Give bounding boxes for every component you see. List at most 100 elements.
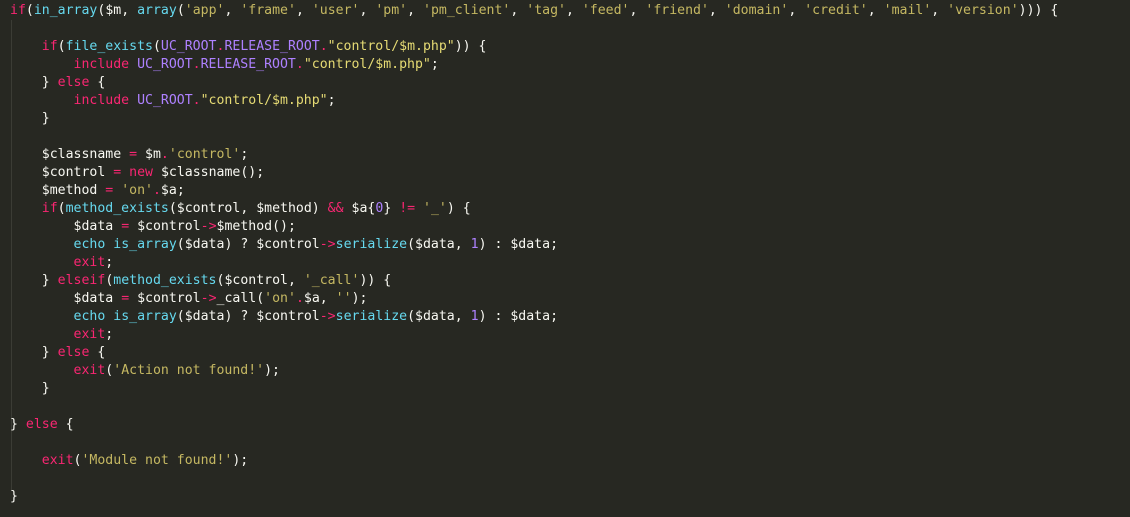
code-token: , xyxy=(407,3,424,18)
code-token: 'Module not found!' xyxy=(81,453,233,468)
code-token: 'control' xyxy=(168,147,241,162)
code-line[interactable]: include UC_ROOT."control/$m.php"; xyxy=(0,92,1130,110)
code-token: { xyxy=(57,417,74,432)
code-line[interactable]: $data = $control->$method(); xyxy=(0,218,1130,236)
code-token: $a xyxy=(351,201,368,216)
code-line[interactable]: echo is_array($data) ? $control->seriali… xyxy=(0,308,1130,326)
code-token: elseif xyxy=(57,273,106,288)
code-token: ( xyxy=(176,237,185,252)
code-token: ) { xyxy=(446,201,471,216)
code-token: echo xyxy=(73,237,106,252)
code-content[interactable]: if(in_array($m, array('app', 'frame', 'u… xyxy=(0,0,1130,506)
code-line[interactable] xyxy=(0,398,1130,416)
code-token: ( xyxy=(152,39,161,54)
code-editor[interactable]: if(in_array($m, array('app', 'frame', 'u… xyxy=(0,0,1130,517)
code-line[interactable] xyxy=(0,434,1130,452)
code-token: } xyxy=(41,345,50,360)
code-line[interactable]: $data = $control->_call('on'.$a, ''); xyxy=(0,290,1130,308)
code-token: ( xyxy=(407,309,416,324)
code-token: ( xyxy=(176,309,185,324)
code-line[interactable]: echo is_array($data) ? $control->seriali… xyxy=(0,236,1130,254)
code-token: } xyxy=(383,201,400,216)
code-token: UC_ROOT xyxy=(160,39,217,54)
code-token: } xyxy=(10,489,18,504)
code-line[interactable]: exit('Module not found!'); xyxy=(0,452,1130,470)
code-line[interactable]: include UC_ROOT.RELEASE_ROOT."control/$m… xyxy=(0,56,1130,74)
code-line[interactable]: $control = new $classname(); xyxy=(0,164,1130,182)
code-token: is_array xyxy=(113,309,177,324)
code-line[interactable]: exit; xyxy=(0,326,1130,344)
code-line[interactable]: } xyxy=(0,380,1130,398)
code-line[interactable]: if(file_exists(UC_ROOT.RELEASE_ROOT."con… xyxy=(0,38,1130,56)
code-token: } xyxy=(41,75,50,90)
code-line[interactable]: if(method_exists($control, $method) && $… xyxy=(0,200,1130,218)
code-token: ); xyxy=(351,291,368,306)
code-token: . xyxy=(192,57,201,72)
code-token: )) { xyxy=(454,39,487,54)
code-line[interactable] xyxy=(0,20,1130,38)
code-line[interactable]: } else { xyxy=(0,416,1130,434)
code-token: , xyxy=(240,201,257,216)
code-line[interactable]: if(in_array($m, array('app', 'frame', 'u… xyxy=(0,2,1130,20)
code-token: ))) { xyxy=(1018,3,1059,18)
code-token: else xyxy=(57,75,90,90)
code-token: , xyxy=(629,3,646,18)
code-line[interactable]: } else { xyxy=(0,74,1130,92)
code-token: , xyxy=(510,3,527,18)
code-token: $method xyxy=(256,201,312,216)
code-token: $classname xyxy=(41,147,122,162)
code-token: . xyxy=(152,183,161,198)
code-token: } xyxy=(41,381,50,396)
code-token: -> xyxy=(200,219,217,234)
code-token: } xyxy=(41,111,50,126)
code-token: UC_ROOT xyxy=(137,57,193,72)
code-token: 'on' xyxy=(264,291,296,306)
code-token: , xyxy=(788,3,805,18)
code-token: ; xyxy=(550,237,559,252)
code-token: && xyxy=(327,201,344,216)
code-token: 'mail' xyxy=(883,3,932,18)
code-token: $data xyxy=(415,309,455,324)
code-token: exit xyxy=(73,327,106,342)
code-token: ; xyxy=(105,255,114,270)
code-line[interactable]: $method = 'on'.$a; xyxy=(0,182,1130,200)
code-token: = xyxy=(113,165,122,180)
code-token: method_exists xyxy=(113,273,217,288)
code-token: ( xyxy=(168,201,177,216)
code-token: = xyxy=(129,147,138,162)
code-line[interactable]: } xyxy=(0,488,1130,506)
code-line[interactable]: exit; xyxy=(0,254,1130,272)
code-token: $data xyxy=(73,219,114,234)
code-token: else xyxy=(57,345,90,360)
code-line[interactable]: exit('Action not found!'); xyxy=(0,362,1130,380)
code-token: , xyxy=(454,237,471,252)
code-line[interactable]: } elseif(method_exists($control, '_call'… xyxy=(0,272,1130,290)
code-token: ) : xyxy=(478,237,511,252)
code-line[interactable]: $classname = $m.'control'; xyxy=(0,146,1130,164)
code-token: 'friend' xyxy=(645,3,709,18)
code-token: . xyxy=(295,291,304,306)
code-token: , xyxy=(287,273,304,288)
code-token: 'app' xyxy=(184,3,225,18)
code-line[interactable] xyxy=(0,128,1130,146)
code-line[interactable] xyxy=(0,470,1130,488)
code-token: ) ? xyxy=(224,309,257,324)
code-line[interactable]: } xyxy=(0,110,1130,128)
code-token: = xyxy=(121,291,130,306)
code-token: { xyxy=(89,345,106,360)
code-line[interactable]: } else { xyxy=(0,344,1130,362)
